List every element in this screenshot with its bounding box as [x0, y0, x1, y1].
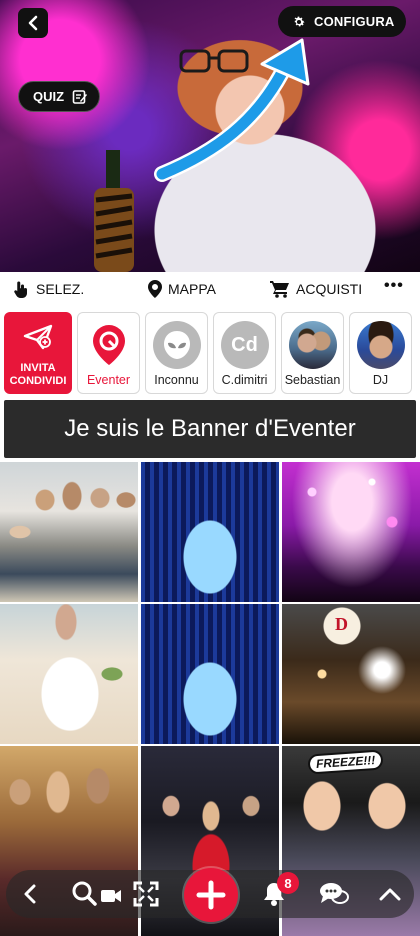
invite-share-tile[interactable]: INVITA CONDIVIDI: [4, 312, 72, 394]
more-options-icon: •••: [384, 277, 404, 294]
invite-label-line1: INVITA: [20, 362, 56, 374]
send-icon: [23, 324, 53, 350]
tutorial-arrow: [154, 38, 310, 182]
nav-search-video-button[interactable]: [66, 870, 128, 918]
map-action[interactable]: MAPPA: [148, 280, 216, 298]
chat-icon: [320, 883, 349, 904]
avatar: [356, 321, 405, 369]
more-options-button[interactable]: •••: [384, 277, 404, 295]
gear-icon: [294, 16, 305, 26]
contact-dj[interactable]: DJ: [349, 312, 412, 394]
action-bar: SELEZ. MAPPA ACQUISTI •••: [0, 272, 420, 308]
avatar: [288, 321, 337, 369]
configure-button[interactable]: CONFIGURA: [278, 6, 406, 37]
eventer-banner[interactable]: Je suis le Banner d'Eventer: [4, 400, 416, 458]
balloon-letter: D: [335, 614, 348, 634]
contact-inconnu[interactable]: Inconnu: [145, 312, 208, 394]
cart-icon: [270, 281, 289, 298]
quiz-button[interactable]: QUIZ: [18, 81, 100, 112]
add-button[interactable]: [184, 868, 238, 922]
photo-thumbnail[interactable]: [141, 604, 279, 744]
contact-sebastian[interactable]: Sebastian: [281, 312, 344, 394]
avatar-initials: Cd: [220, 321, 269, 369]
chevron-left-icon: [24, 884, 36, 904]
chevron-left-icon: [28, 15, 38, 31]
purchases-label: ACQUISTI: [296, 281, 363, 297]
contact-eventer[interactable]: Eventer: [77, 312, 140, 394]
photo-grid: D FREEZE!!!: [0, 462, 420, 936]
map-label: MAPPA: [168, 281, 216, 297]
map-pin-icon: [148, 280, 162, 298]
contact-name: C.dimitri: [221, 373, 268, 387]
eventer-logo: [85, 321, 133, 369]
edit-icon: [72, 89, 88, 104]
configure-label: CONFIGURA: [314, 14, 395, 29]
nav-scroll-top-button[interactable]: [368, 870, 412, 918]
contact-name: Eventer: [86, 373, 131, 387]
select-action[interactable]: SELEZ.: [12, 280, 84, 298]
search-video-icon: [72, 881, 121, 906]
bottom-navigation: 8: [6, 868, 414, 922]
alien-icon: [163, 331, 190, 359]
notification-count-badge: 8: [277, 872, 299, 894]
photo-thumbnail[interactable]: [0, 604, 138, 744]
eventer-pin-icon: [92, 325, 125, 365]
hand-pointer-icon: [14, 281, 28, 298]
select-label: SELEZ.: [36, 281, 85, 297]
plus-icon: [196, 880, 226, 910]
contact-cdimitri[interactable]: Cd C.dimitri: [213, 312, 276, 394]
photo-thumbnail[interactable]: D: [282, 604, 420, 744]
nav-fullscreen-button[interactable]: [124, 870, 168, 918]
invite-label: INVITA CONDIVIDI: [4, 362, 72, 388]
back-button[interactable]: [18, 8, 48, 38]
nav-back-button[interactable]: [8, 870, 52, 918]
fullscreen-icon: [133, 881, 159, 907]
purchases-action[interactable]: ACQUISTI: [270, 280, 362, 298]
contact-name: Sebastian: [284, 373, 341, 387]
quiz-label: QUIZ: [33, 89, 65, 104]
avatar: [152, 321, 201, 369]
nav-notifications-button[interactable]: 8: [252, 870, 299, 918]
contacts-row: INVITA CONDIVIDI Eventer Inconnu Cd C.di…: [0, 312, 420, 396]
chevron-up-icon: [379, 888, 401, 901]
bottle-decoration: [94, 150, 134, 272]
photo-thumbnail[interactable]: [141, 462, 279, 602]
invite-label-line2: CONDIVIDI: [9, 375, 67, 387]
nav-chat-button[interactable]: [312, 870, 356, 918]
hero-photo: CONFIGURA QUIZ: [0, 0, 420, 272]
contact-name: Inconnu: [154, 373, 199, 387]
freeze-sign: FREEZE!!!: [307, 749, 384, 775]
photo-thumbnail[interactable]: [282, 462, 420, 602]
photo-thumbnail[interactable]: [0, 462, 138, 602]
contact-name: DJ: [372, 373, 389, 387]
